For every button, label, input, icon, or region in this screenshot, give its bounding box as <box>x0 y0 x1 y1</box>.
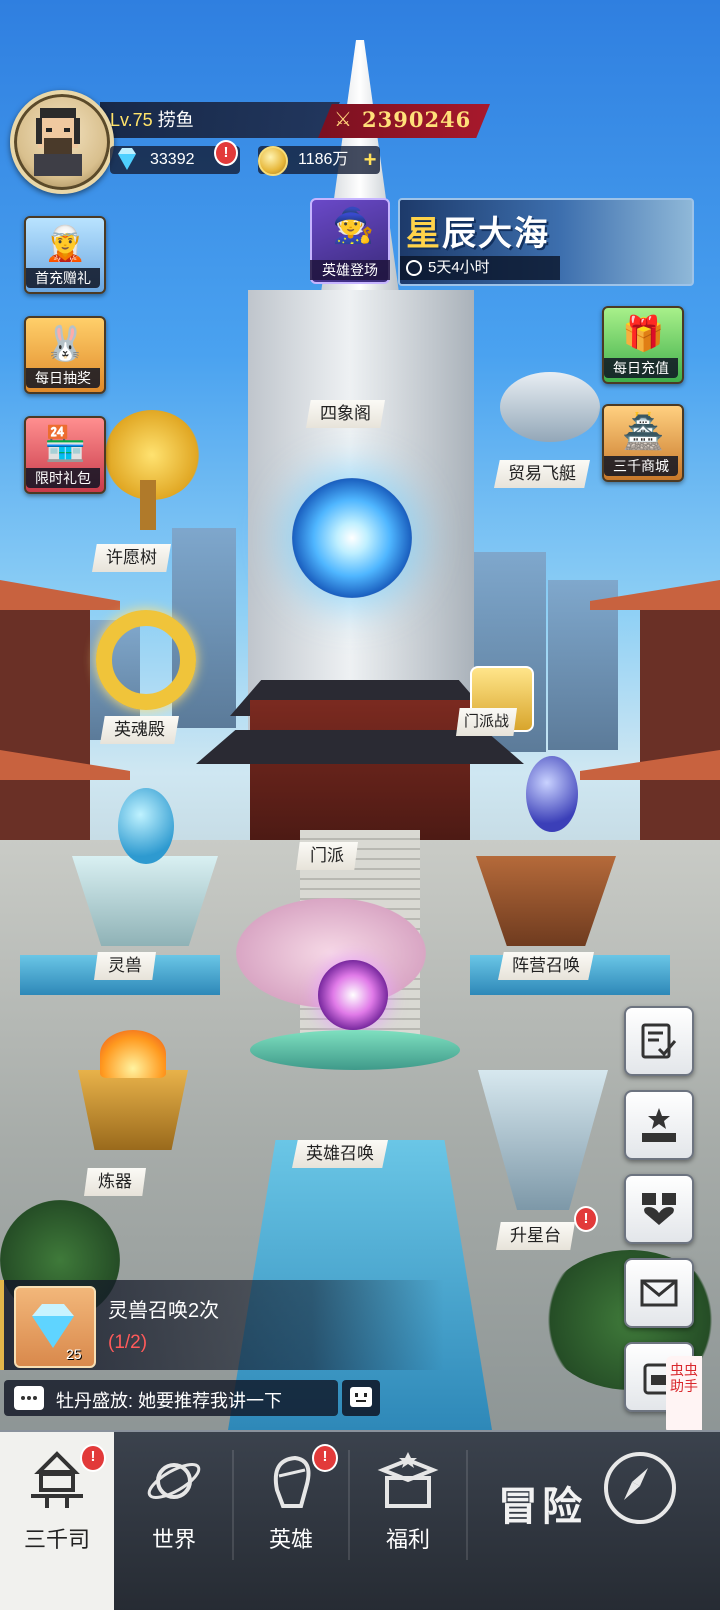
sect-temple[interactable] <box>250 700 470 840</box>
rabbit-icon: 🐰 <box>44 325 87 363</box>
star-sea-countdown: 5天4小时 <box>400 256 560 280</box>
adventure-label: 冒险 <box>498 1485 586 1529</box>
star-sea-title-highlight: 星 <box>406 215 442 253</box>
quest-progress: (1/2) <box>108 1332 148 1353</box>
portal[interactable] <box>292 478 412 598</box>
emoji-button[interactable] <box>342 1380 380 1416</box>
mail-button[interactable] <box>624 1258 694 1328</box>
hero-summon-island <box>250 1030 460 1070</box>
character-icon: 🧝 <box>44 225 87 263</box>
hero-debut-label: 英雄登场 <box>310 260 390 280</box>
first-recharge-gift-button[interactable]: 🧝 首充赠礼 <box>24 216 106 294</box>
friends-button[interactable] <box>624 1174 694 1244</box>
ranking-button[interactable] <box>624 1090 694 1160</box>
building-label-hero-summon[interactable]: 英雄召唤 <box>292 1140 388 1168</box>
pagoda-icon <box>31 1451 83 1508</box>
star-platform-alert-icon: ! <box>574 1206 598 1232</box>
spirit-beast-egg[interactable] <box>118 788 174 864</box>
hero-portrait-icon: 🧙 <box>332 207 375 245</box>
soul-hall-ring[interactable] <box>96 610 196 710</box>
diamond-icon <box>118 148 136 170</box>
first-recharge-label: 首充赠礼 <box>26 268 100 288</box>
sanqian-mall-label: 三千商城 <box>604 456 678 476</box>
player-level: Lv.75 <box>110 110 153 130</box>
tab-sanqiansi-alert-icon: ! <box>80 1444 106 1472</box>
checklist-icon <box>641 1023 677 1059</box>
planet-icon <box>147 1463 201 1499</box>
star-sea-title: 星辰大海 <box>406 206 550 255</box>
player-name: 捞鱼 <box>157 110 194 130</box>
forge-cauldron[interactable] <box>78 1070 188 1150</box>
avatar-portrait-icon <box>34 108 82 176</box>
power-value: 2390246 <box>362 107 472 132</box>
player-level-name: Lv.75 捞鱼 <box>110 106 194 132</box>
faction-summon-crystal[interactable] <box>526 756 578 832</box>
game-scene: 四象阁 贸易飞艇 许愿树 英魂殿 门派战 门派 灵兽 阵营召唤 英雄召唤 炼器 … <box>0 0 720 1610</box>
daily-recharge-button[interactable]: 🎁 每日充值 <box>602 306 684 384</box>
tasks-button[interactable] <box>624 1006 694 1076</box>
hero-summon-orb[interactable] <box>318 960 388 1030</box>
building-label-soul-hall[interactable]: 英魂殿 <box>100 716 179 744</box>
quest-title: 灵兽召唤2次 <box>108 1300 220 1322</box>
building-label-wish-tree[interactable]: 许愿树 <box>92 544 171 572</box>
adventure-button[interactable]: 冒险 <box>468 1432 720 1610</box>
podium-star-icon <box>642 1108 676 1142</box>
compass-icon <box>604 1452 676 1524</box>
gift-box-icon <box>377 1452 439 1508</box>
add-gold-button[interactable]: + <box>360 149 380 171</box>
tab-world-label: 世界 <box>151 1527 196 1552</box>
chat-bubble-icon <box>14 1386 44 1410</box>
daily-lottery-button[interactable]: 🐰 每日抽奖 <box>24 316 106 394</box>
quest-reward-icon <box>14 1286 96 1368</box>
tab-world[interactable]: 世界 <box>116 1432 232 1610</box>
trade-airship[interactable] <box>500 372 600 442</box>
sanqian-mall-button[interactable]: 🏯 三千商城 <box>602 404 684 482</box>
gift-box-icon: 🎁 <box>622 315 665 353</box>
daily-recharge-label: 每日充值 <box>604 358 678 378</box>
limited-gift-button[interactable]: 🏪 限时礼包 <box>24 416 106 494</box>
tab-sanqiansi-label: 三千司 <box>23 1527 90 1552</box>
gold-value: 1186万 <box>298 151 349 168</box>
building-label-sect-war[interactable]: 门派战 <box>456 708 518 736</box>
helper-tab[interactable]: 虫虫助手 <box>666 1356 702 1434</box>
star-sea-title-rest: 辰大海 <box>442 215 550 253</box>
building-label-sect[interactable]: 门派 <box>296 842 358 870</box>
building-label-sixiang[interactable]: 四象阁 <box>306 400 385 428</box>
daily-lottery-label: 每日抽奖 <box>26 368 100 388</box>
left-pavilion-roof <box>0 580 120 610</box>
mail-icon <box>640 1279 678 1307</box>
shop-pavilion-icon: 🏯 <box>622 413 665 451</box>
emoji-face-icon <box>350 1387 372 1407</box>
limited-gift-label: 限时礼包 <box>26 468 100 488</box>
building-label-spirit-beast[interactable]: 灵兽 <box>94 952 156 980</box>
gem-alert-icon[interactable]: ! <box>214 140 238 166</box>
player-avatar[interactable] <box>10 90 114 194</box>
building-label-faction-summon[interactable]: 阵营召唤 <box>498 952 594 980</box>
clock-icon <box>406 260 422 276</box>
star-sea-countdown-text: 5天4小时 <box>428 259 490 276</box>
power-icon: ⚔ <box>334 109 352 131</box>
forge-flame <box>100 1030 166 1078</box>
hero-debut-button[interactable]: 🧙 英雄登场 <box>310 198 390 284</box>
tab-welfare-label: 福利 <box>385 1527 430 1552</box>
friends-heart-icon <box>642 1193 676 1225</box>
gem-value: 33392 <box>150 151 195 168</box>
gift-shop-icon: 🏪 <box>44 425 87 463</box>
wish-tree-trunk <box>140 480 156 530</box>
coin-icon <box>258 146 288 176</box>
building-label-forge[interactable]: 炼器 <box>84 1168 146 1196</box>
building-label-trade-airship[interactable]: 贸易飞艇 <box>494 460 590 488</box>
tab-welfare[interactable]: 福利 <box>350 1432 466 1610</box>
chat-message: 牡丹盛放: 她要推荐我讲一下 <box>56 1391 283 1411</box>
quest-reward-count: 25 <box>66 1346 82 1362</box>
tab-heroes-label: 英雄 <box>268 1527 313 1552</box>
compass-needle-icon <box>624 1468 648 1500</box>
tab-heroes-alert-icon: ! <box>312 1444 338 1472</box>
building-label-star-platform[interactable]: 升星台 <box>496 1222 575 1250</box>
